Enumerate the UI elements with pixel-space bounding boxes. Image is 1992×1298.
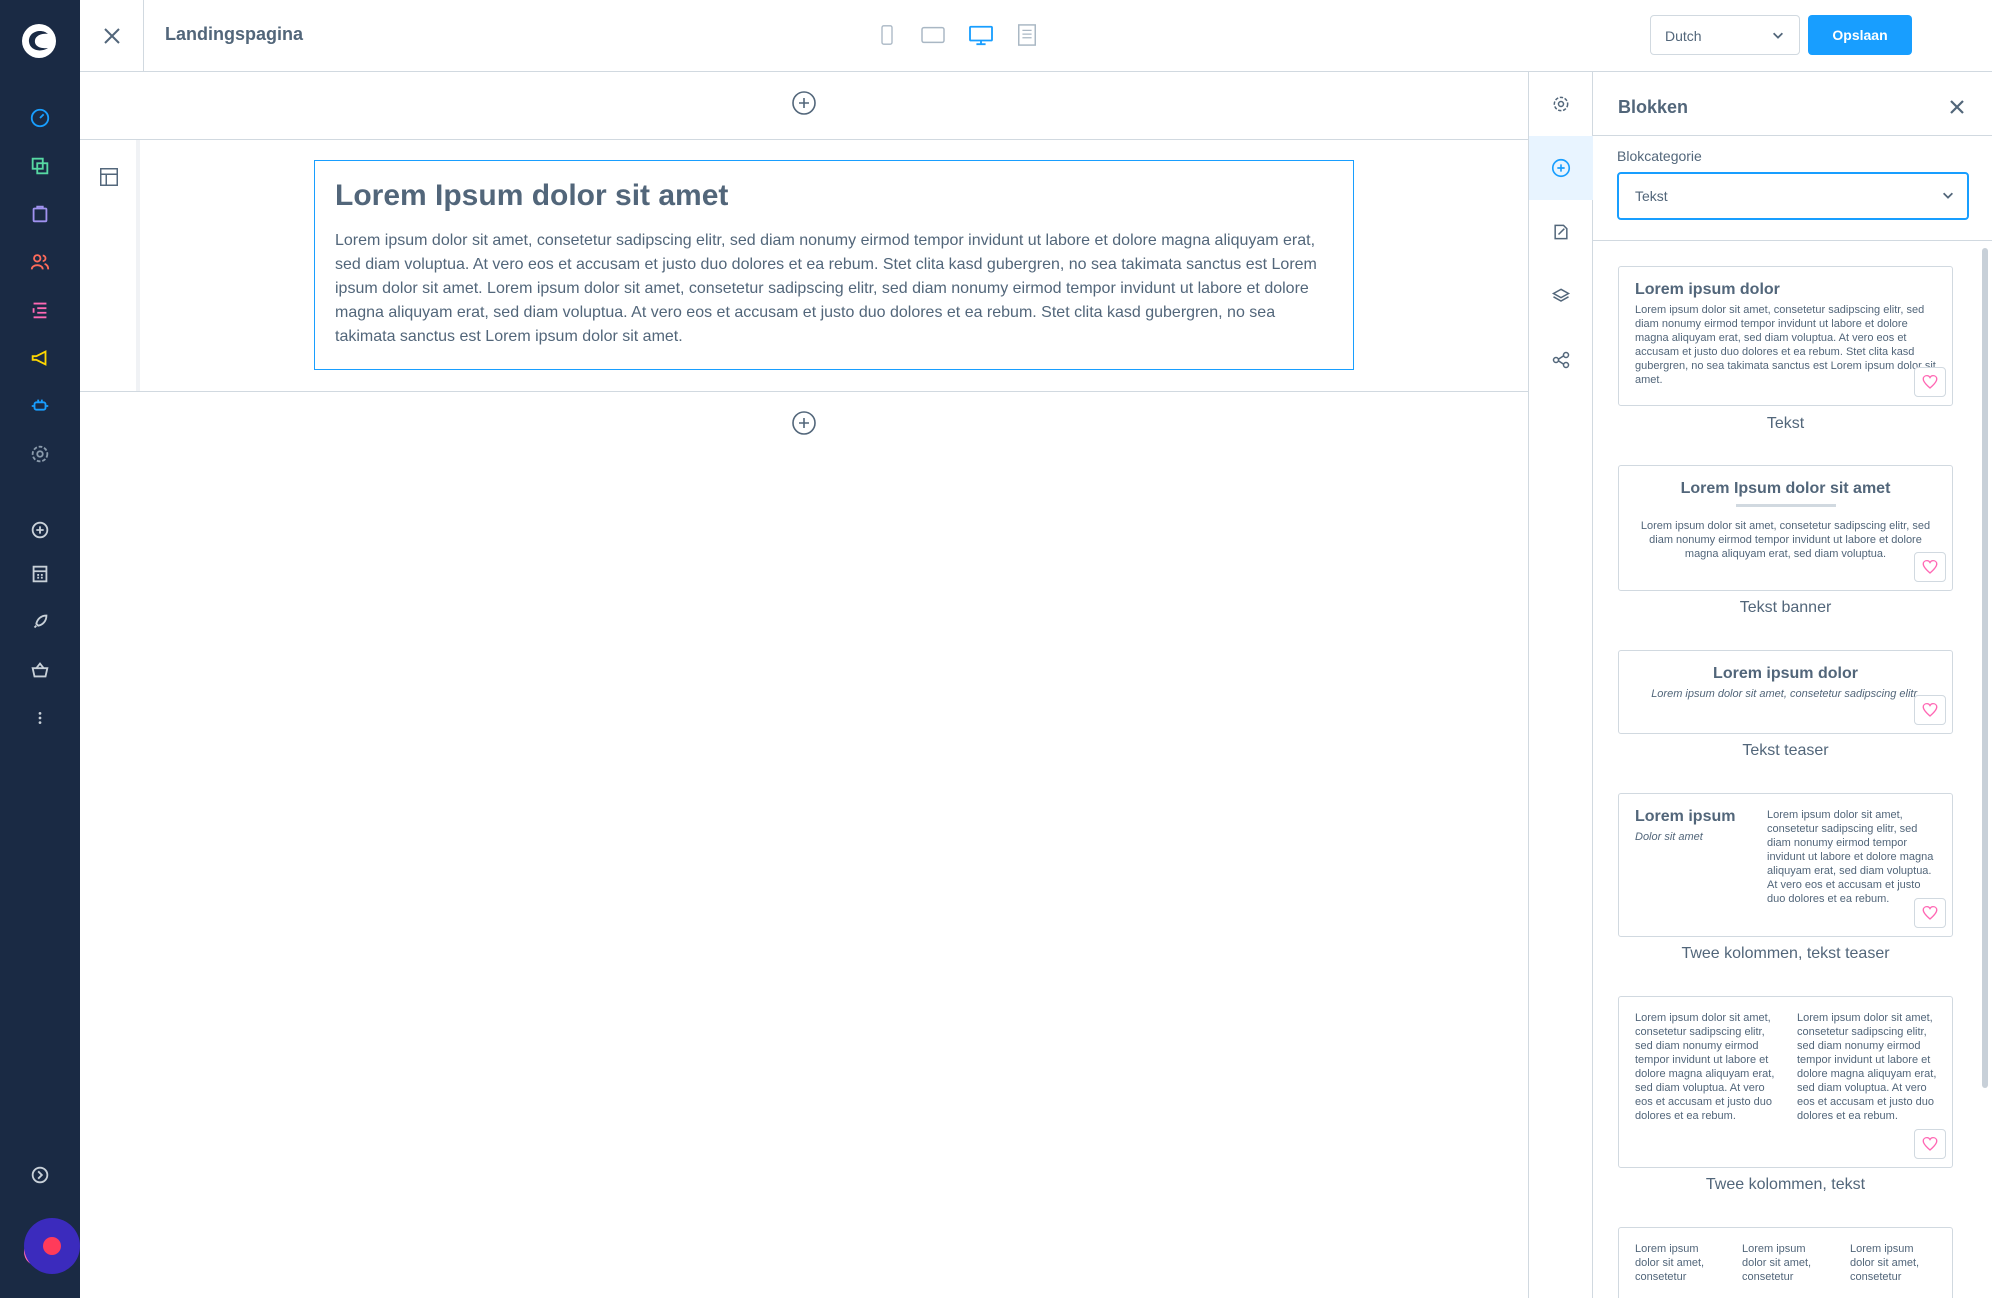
collapse-icon[interactable] [28,1163,52,1187]
section-layout-icon[interactable] [98,166,120,188]
block-preview-title: Lorem ipsum dolor [1713,665,1858,682]
desktop-viewport-icon[interactable] [967,22,995,48]
content-icon[interactable] [28,298,52,322]
block-preview-title: Lorem ipsum [1635,808,1736,825]
avatar[interactable] [20,1216,80,1276]
favorite-button[interactable] [1914,367,1946,397]
blocks-panel-header: Blokken [1593,72,1992,136]
blocks-panel: Blokken Blokcategorie Tekst Lorem ipsum … [1593,72,1992,1298]
save-button[interactable]: Opslaan [1808,15,1912,55]
page-title: Landingspagina [165,24,304,44]
heart-icon [1922,702,1938,717]
tablet-viewport-icon[interactable] [919,22,947,48]
customers-icon[interactable] [28,250,52,274]
page-section[interactable]: Lorem Ipsum dolor sit amet Lorem ipsum d… [80,140,1528,392]
block-card-two-column-text[interactable]: Lorem ipsum dolor sit amet, consetetur s… [1618,996,1953,1168]
viewport-switcher [875,22,1039,48]
block-preview-text-3: Lorem ipsum dolor sit amet, consetetur [1850,1243,1920,1283]
block-preview-text-1: Lorem ipsum dolor sit amet, consetetur [1635,1243,1705,1283]
block-card-label: Twee kolommen, tekst teaser [1681,945,1890,962]
block-category-value: Tekst [1635,188,1668,204]
rail-add-block-button[interactable] [1529,136,1593,200]
favorite-button[interactable] [1914,1129,1946,1159]
block-card-text-banner[interactable]: Lorem Ipsum dolor sit amet Lorem ipsum d… [1618,465,1953,591]
favorite-button[interactable] [1914,552,1946,582]
sidebar-rail [1528,72,1593,1298]
page-canvas: Lorem Ipsum dolor sit amet Lorem ipsum d… [80,72,1528,1298]
scrollbar-thumb[interactable] [1982,248,1988,1088]
settings-icon[interactable] [28,442,52,466]
blocks-panel-title: Blokken [1618,97,1689,117]
block-card-label: Twee kolommen, tekst [1705,1176,1866,1193]
heart-icon [1922,374,1938,389]
block-list: Lorem ipsum dolor Lorem ipsum dolor sit … [1593,240,1992,1298]
close-icon [103,27,120,44]
language-select-value: Dutch [1665,28,1702,44]
block-category-label: Blokcategorie [1617,148,1702,164]
block-card-label: Tekst banner [1739,599,1832,616]
rail-edit-button[interactable] [1529,200,1593,264]
text-block[interactable]: Lorem Ipsum dolor sit amet Lorem ipsum d… [314,160,1354,370]
preview-divider [1735,504,1836,507]
rail-share-button[interactable] [1529,328,1593,392]
add-block-icon [1551,158,1571,178]
main-navigation [0,0,80,1298]
block-preview-text: Lorem ipsum dolor sit amet, consetetur s… [1651,688,1920,700]
section-sidebar [80,140,140,391]
block-preview-text-left: Lorem ipsum dolor sit amet, consetetur s… [1635,1012,1775,1122]
shopware-logo-icon[interactable] [20,22,58,60]
chevron-down-icon [1773,32,1783,39]
favorite-button[interactable] [1914,898,1946,928]
block-card-label: Tekst [1766,415,1805,432]
block-preview-text-2: Lorem ipsum dolor sit amet, consetetur [1742,1243,1812,1283]
rail-layers-button[interactable] [1529,264,1593,328]
block-preview-subtitle: Dolor sit amet [1635,831,1703,843]
block-card-text-teaser[interactable]: Lorem ipsum dolor Lorem ipsum dolor sit … [1618,650,1953,734]
block-card-label: Tekst teaser [1742,742,1829,759]
add-section-top-icon[interactable] [791,90,817,116]
add-icon[interactable] [28,518,52,542]
section-side-strip [136,140,140,391]
extensions-icon[interactable] [28,394,52,418]
block-preview-text: Lorem ipsum dolor sit amet, consetetur s… [1635,304,1936,386]
block-list-scrollbar[interactable] [1981,244,1989,1284]
basket-icon[interactable] [28,658,52,682]
store-icon[interactable] [28,562,52,586]
settings-icon [1553,96,1569,112]
heart-icon [1922,1136,1938,1151]
block-category-select[interactable]: Tekst [1617,172,1969,220]
catalogue-icon[interactable] [28,154,52,178]
orders-icon[interactable] [28,202,52,226]
block-card-two-column-teaser[interactable]: Lorem ipsum Dolor sit amet Lorem ipsum d… [1618,793,1953,937]
dashboard-icon[interactable] [28,106,52,130]
add-section-bottom-icon[interactable] [791,410,817,436]
favorite-button[interactable] [1914,695,1946,725]
block-text[interactable]: Lorem ipsum dolor sit amet, consetetur s… [335,229,1333,349]
block-card-text[interactable]: Lorem ipsum dolor Lorem ipsum dolor sit … [1618,266,1953,406]
layers-icon [1551,288,1571,302]
heart-icon [1922,905,1938,920]
block-preview-title: Lorem ipsum dolor [1635,281,1780,298]
block-card-three-column-text[interactable]: Lorem ipsum dolor sit amet, consetetur L… [1618,1227,1953,1298]
rocket-icon[interactable] [28,610,52,634]
language-select[interactable]: Dutch [1650,15,1800,55]
share-icon [1552,351,1570,369]
mobile-viewport-icon[interactable] [875,22,899,48]
chevron-down-icon [1943,192,1953,199]
block-preview-text: Lorem ipsum dolor sit amet, consetetur s… [1767,809,1934,905]
list-view-icon[interactable] [1015,22,1039,48]
heart-icon [1922,559,1938,574]
marketing-icon[interactable] [28,346,52,370]
close-editor-button[interactable] [80,0,144,71]
more-icon[interactable] [28,706,52,730]
edit-icon [1554,224,1568,240]
editor-topbar: Landingspagina Dutch Opslaan [80,0,1992,72]
close-icon[interactable] [1948,98,1966,116]
block-preview-text: Lorem ipsum dolor sit amet, consetetur s… [1640,520,1931,560]
block-preview-title: Lorem Ipsum dolor sit amet [1680,480,1891,497]
add-section-row-top [80,72,1528,140]
block-heading[interactable]: Lorem Ipsum dolor sit amet [335,179,1333,213]
rail-settings-button[interactable] [1529,72,1593,136]
